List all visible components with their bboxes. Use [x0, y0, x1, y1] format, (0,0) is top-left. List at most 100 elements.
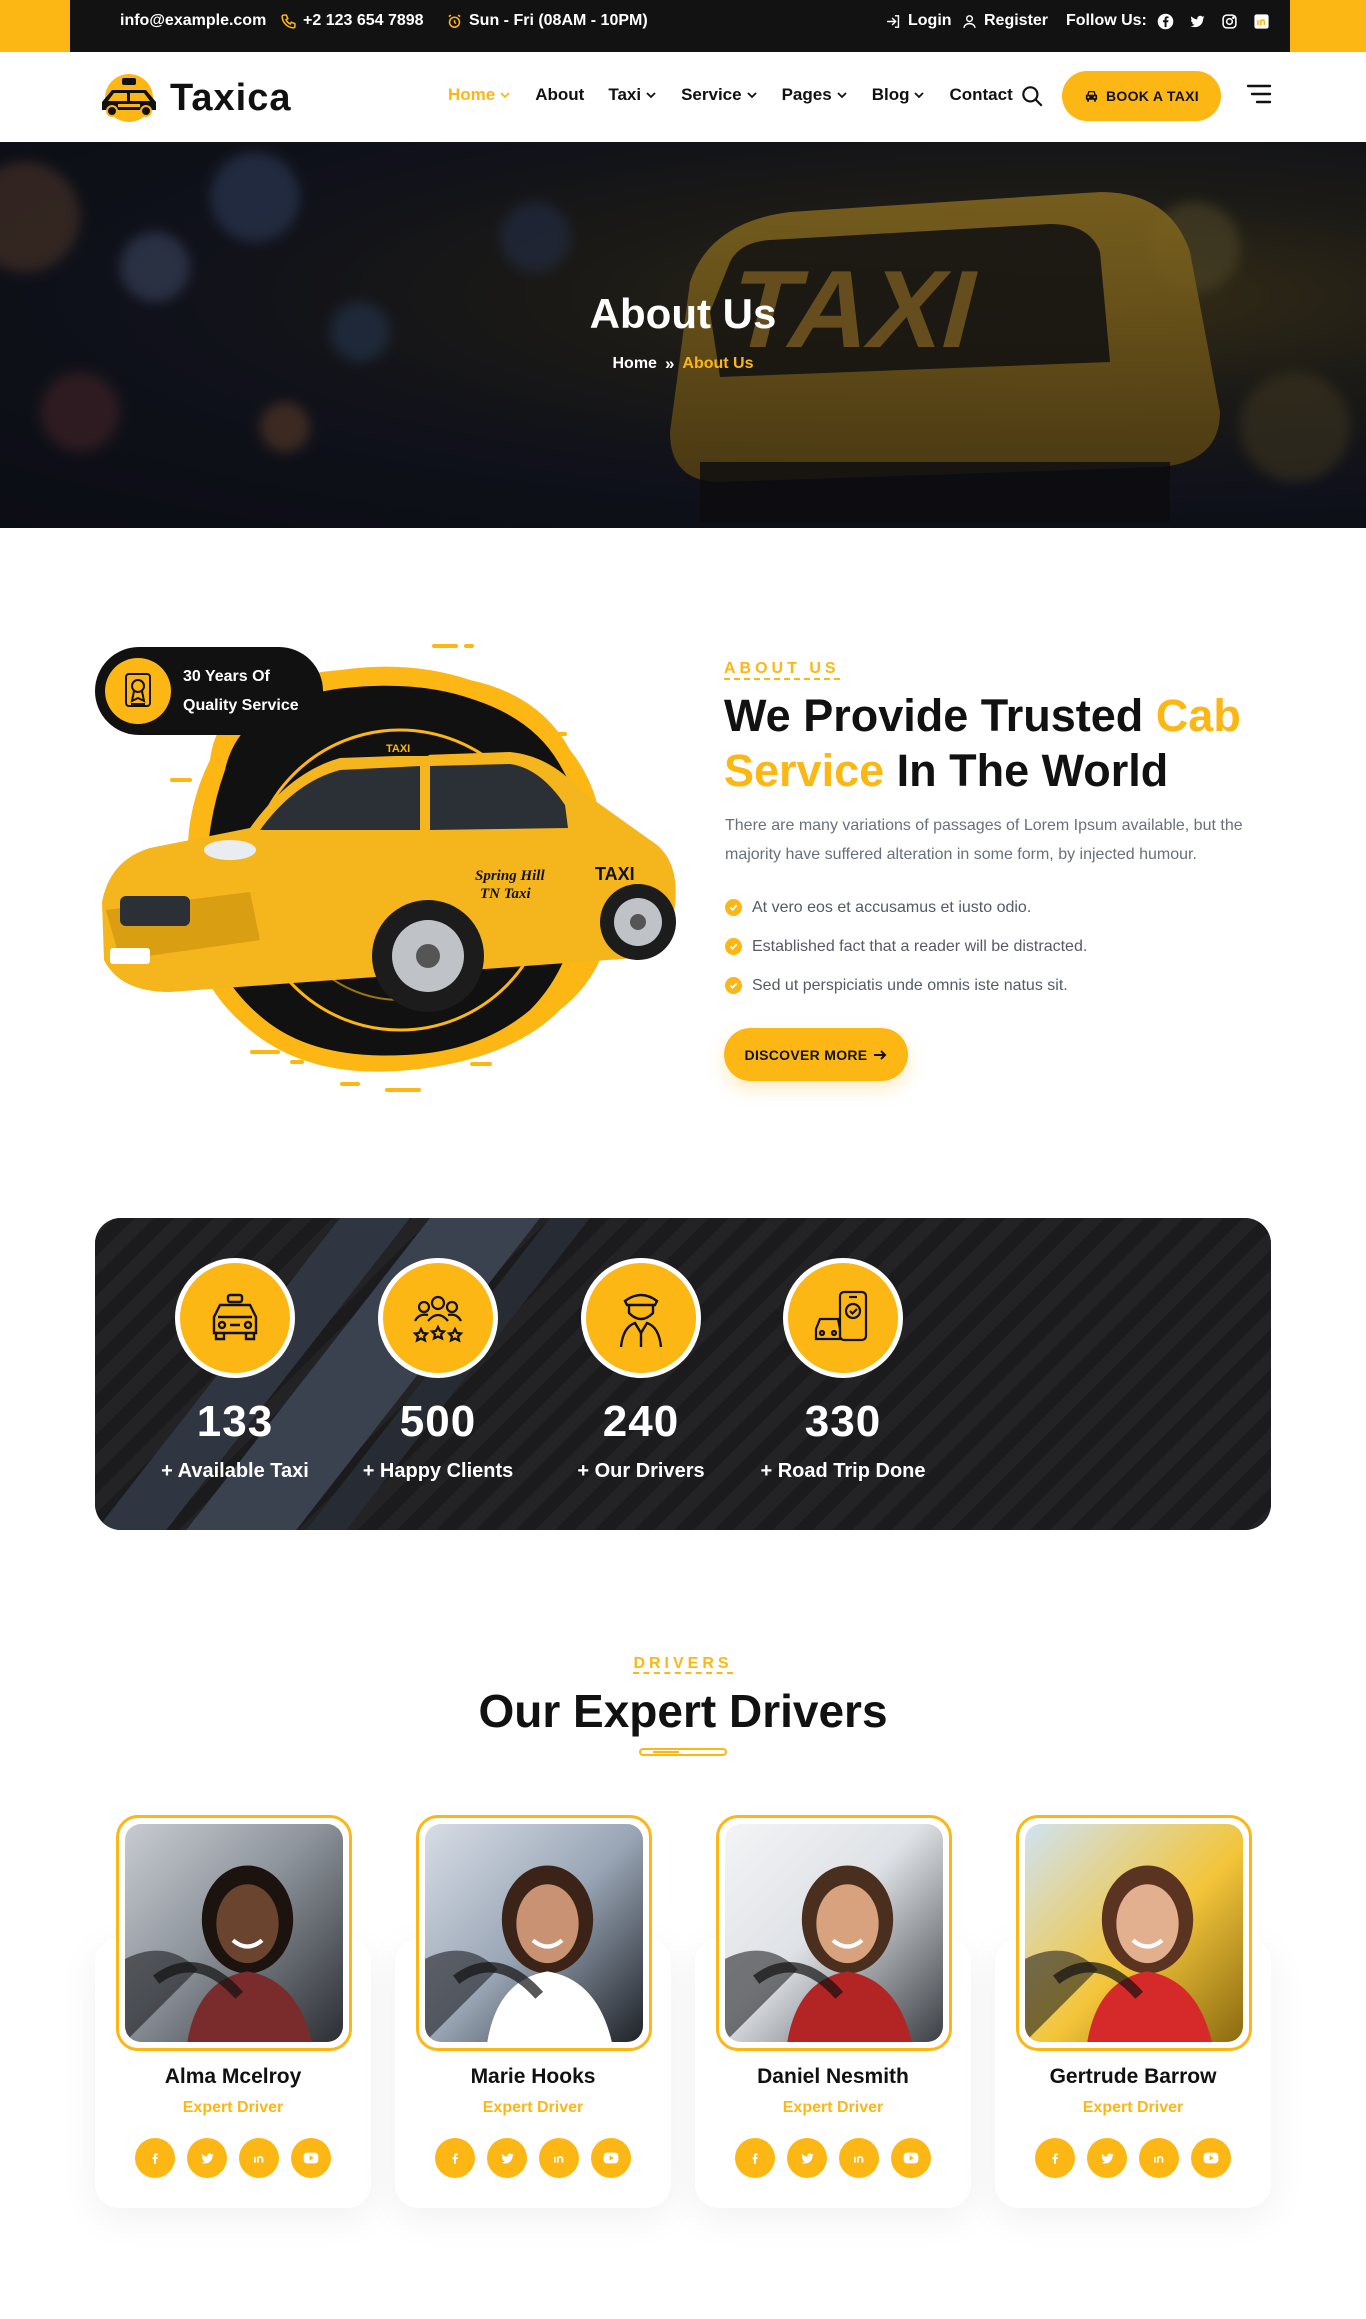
nav-item-label: About: [535, 85, 585, 104]
chevron-down-icon: [914, 92, 925, 99]
youtube-icon[interactable]: [891, 2138, 931, 2178]
nav-item-blog[interactable]: Blog: [872, 85, 926, 105]
about-checklist: At vero eos et accusamus et iusto odio. E…: [725, 888, 1087, 1005]
driver-social-links: [995, 2138, 1271, 2178]
stat-number: 330: [804, 1397, 882, 1446]
linkedin-icon[interactable]: [1252, 12, 1270, 30]
login-icon: [887, 14, 900, 28]
youtube-icon[interactable]: [591, 2138, 631, 2178]
certificate-icon: [105, 658, 171, 724]
menu-toggle-icon[interactable]: [1246, 82, 1272, 106]
driver-name[interactable]: Daniel Nesmith: [695, 2065, 971, 2089]
facebook-icon[interactable]: [435, 2138, 475, 2178]
checklist-item: At vero eos et accusamus et iusto odio.: [725, 888, 1087, 927]
chevron-down-icon: [746, 92, 757, 99]
register-link[interactable]: Register: [961, 11, 1048, 31]
nav-item-home[interactable]: Home: [448, 85, 511, 105]
driver-role: Expert Driver: [482, 2099, 584, 2116]
nav-item-label: Home: [448, 85, 496, 104]
user-icon: [963, 14, 976, 28]
main-nav: Home About Taxi Service Pages Blog Contact: [448, 85, 1037, 105]
nav-item-label: Service: [681, 85, 742, 104]
driver-photo[interactable]: [1016, 1815, 1252, 2051]
linkedin-icon[interactable]: [239, 2138, 279, 2178]
driver-role: Expert Driver: [1082, 2099, 1184, 2116]
svg-text:TAXI: TAXI: [386, 743, 410, 755]
driver-social-links: [395, 2138, 671, 2178]
facebook-icon[interactable]: [735, 2138, 775, 2178]
drivers-kicker: DRIVERS: [633, 1655, 733, 1674]
twitter-icon[interactable]: [787, 2138, 827, 2178]
driver-role: Expert Driver: [182, 2099, 284, 2116]
linkedin-icon[interactable]: [1139, 2138, 1179, 2178]
facebook-icon[interactable]: [1156, 12, 1174, 30]
topbar-hours: Sun - Fri (08AM - 10PM): [446, 11, 648, 31]
book-taxi-button[interactable]: BOOK A TAXI: [1062, 71, 1221, 121]
nav-item-label: Taxi: [608, 85, 642, 104]
driver-role: Expert Driver: [782, 2099, 884, 2116]
nav-item-service[interactable]: Service: [681, 85, 758, 105]
checklist-item: Established fact that a reader will be d…: [725, 927, 1087, 966]
discover-more-button[interactable]: DISCOVER MORE: [724, 1028, 908, 1081]
page-hero: TAXI About Us Home » About Us: [0, 142, 1366, 528]
twitter-icon[interactable]: [187, 2138, 227, 2178]
topbar-socials: [1156, 11, 1270, 31]
stat-item: 330 + Road Trip Done: [723, 1258, 963, 1483]
topbar-phone[interactable]: +2 123 654 7898: [280, 11, 424, 31]
linkedin-icon[interactable]: [539, 2138, 579, 2178]
nav-item-label: Blog: [871, 85, 910, 104]
driver-name[interactable]: Marie Hooks: [395, 2065, 671, 2089]
nav-item-about[interactable]: About: [535, 85, 584, 105]
arrow-right-icon: [874, 1049, 887, 1060]
check-icon: [725, 977, 742, 994]
nav-item-label: Pages: [781, 85, 832, 104]
youtube-icon[interactable]: [1191, 2138, 1231, 2178]
svg-text:TAXI: TAXI: [595, 864, 635, 884]
driver-photo[interactable]: [716, 1815, 952, 2051]
twitter-icon[interactable]: [487, 2138, 527, 2178]
top-bar: info@example.com +2 123 654 7898 Sun - F…: [0, 0, 1366, 52]
facebook-icon[interactable]: [135, 2138, 175, 2178]
twitter-icon[interactable]: [1188, 12, 1206, 30]
youtube-icon[interactable]: [291, 2138, 331, 2178]
linkedin-icon[interactable]: [839, 2138, 879, 2178]
svg-text:Spring Hill: Spring Hill: [475, 868, 545, 884]
topbar-email[interactable]: info@example.com: [120, 11, 266, 31]
drivers-title: Our Expert Drivers: [478, 1685, 888, 1737]
nav-item-label: Contact: [949, 85, 1013, 104]
driver-social-links: [695, 2138, 971, 2178]
nav-item-contact[interactable]: Contact: [949, 85, 1012, 105]
phone-icon: [281, 13, 296, 29]
search-icon[interactable]: [1019, 83, 1045, 109]
check-icon: [725, 899, 742, 916]
about-title: We Provide Trusted Cab Service In The Wo…: [724, 690, 1241, 796]
driver-photo[interactable]: [416, 1815, 652, 2051]
alarm-clock-icon: [448, 13, 461, 28]
taxi-logo-icon: [102, 74, 156, 122]
driver-social-links: [95, 2138, 371, 2178]
instagram-icon[interactable]: [1220, 12, 1238, 30]
about-description: There are many variations of passages of…: [725, 817, 1243, 863]
driver-icon: [581, 1258, 701, 1378]
svg-text:TN Taxi: TN Taxi: [480, 886, 532, 902]
clients-icon: [378, 1258, 498, 1378]
chevron-down-icon: [837, 92, 847, 99]
nav-item-taxi[interactable]: Taxi: [608, 85, 657, 105]
breadcrumb-home[interactable]: Home: [612, 355, 656, 373]
chevron-down-icon: [646, 92, 656, 99]
facebook-icon[interactable]: [1035, 2138, 1075, 2178]
page-title: About Us: [589, 290, 777, 337]
checklist-item: Sed ut perspiciatis unde omnis iste natu…: [725, 966, 1087, 1005]
about-kicker: ABOUT US: [724, 660, 840, 680]
taxi-icon: [175, 1258, 295, 1378]
stat-label: + Road Trip Done: [760, 1460, 926, 1482]
nav-item-pages[interactable]: Pages: [782, 85, 848, 105]
twitter-icon[interactable]: [1087, 2138, 1127, 2178]
driver-name[interactable]: Alma Mcelroy: [95, 2065, 371, 2089]
driver-photo[interactable]: [116, 1815, 352, 2051]
driver-name[interactable]: Gertrude Barrow: [995, 2065, 1271, 2089]
stats-section: 133 + Available Taxi 500 + Happy Clients 240…: [95, 1218, 1271, 1530]
login-link[interactable]: Login: [885, 11, 952, 31]
check-icon: [725, 938, 742, 955]
site-logo[interactable]: Taxica: [94, 72, 291, 124]
